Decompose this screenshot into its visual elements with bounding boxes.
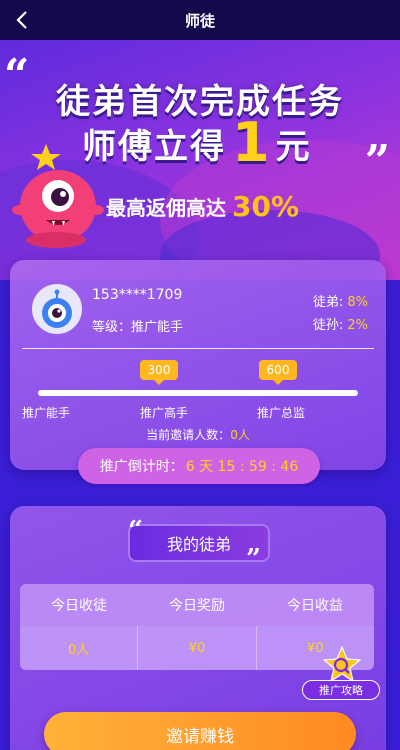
stats-header: 今日收徒	[51, 598, 107, 614]
commission-ratios: 徒弟: 8% 徒孙: 2%	[313, 291, 368, 337]
apprentice-ratio-value: 8%	[347, 295, 368, 310]
quote-close-mark: ”	[364, 136, 390, 187]
level-progress-track	[38, 390, 358, 396]
stats-header-row: 今日收徒 今日奖励 今日收益	[20, 584, 374, 626]
level-label: 推广高手	[140, 406, 189, 420]
promo-countdown: 推广倒计时： 6 天 15 : 59 : 46	[78, 448, 320, 484]
level-label: 推广总监	[257, 406, 306, 420]
stats-value: ¥0	[138, 626, 257, 670]
invite-count-value: 0人	[230, 428, 250, 442]
robot-avatar-icon	[42, 289, 72, 328]
milestone-marker: 600	[259, 360, 297, 385]
back-button[interactable]	[10, 8, 34, 32]
invite-count: 当前邀请人数：0人	[10, 426, 386, 443]
grand-apprentice-ratio-label: 徒孙:	[312, 318, 348, 333]
apprentice-ratio-label: 徒弟:	[312, 295, 348, 310]
promo-guide-label: 推广攻略	[302, 680, 380, 700]
user-level: 等级：推广能手	[92, 320, 184, 335]
promo-guide-button[interactable]: 推广攻略	[302, 646, 380, 702]
invite-earn-button[interactable]: 邀请赚钱	[44, 712, 356, 750]
countdown-value: 6 天 15 : 59 : 46	[185, 459, 299, 475]
promo-banner: “ ” 徒弟首次完成任务 师傅立得 1 元 最高返佣高达 30%	[0, 40, 400, 280]
apprentice-ratio: 徒弟: 8%	[313, 291, 368, 314]
stats-value: 0人	[20, 626, 139, 670]
banner-reward-suffix: 元	[275, 127, 312, 167]
milestone-marker: 300	[140, 360, 178, 385]
stats-header: 今日收益	[287, 598, 343, 614]
divider	[22, 348, 374, 349]
stats-header: 今日奖励	[169, 598, 225, 614]
invite-count-label: 当前邀请人数：	[146, 428, 231, 442]
chevron-left-icon	[16, 11, 27, 29]
banner-commission-text: 最高返佣高达	[106, 196, 226, 220]
level-label: 推广能手	[22, 406, 71, 420]
page-title: 师徒	[184, 11, 215, 30]
user-info-card: 153****1709 等级：推广能手 徒弟: 8% 徒孙: 2% 300 60…	[10, 260, 386, 484]
monster-mascot-icon	[12, 144, 104, 248]
countdown-label: 推广倒计时：	[99, 459, 184, 475]
user-phone: 153****1709	[92, 287, 183, 303]
avatar	[32, 284, 82, 334]
banner-reward-line: 师傅立得 1 元	[82, 111, 312, 174]
grand-apprentice-ratio-value: 2%	[347, 318, 368, 333]
top-bar: 师徒	[0, 0, 400, 40]
quote-close-mark: ”	[246, 544, 261, 574]
banner-headline: 徒弟首次完成任务	[56, 82, 344, 122]
grand-apprentice-ratio: 徒孙: 2%	[313, 314, 368, 337]
banner-commission-line: 最高返佣高达 30%	[106, 190, 299, 223]
banner-commission-percent: 30%	[232, 190, 300, 223]
banner-reward-amount: 1	[232, 111, 270, 174]
